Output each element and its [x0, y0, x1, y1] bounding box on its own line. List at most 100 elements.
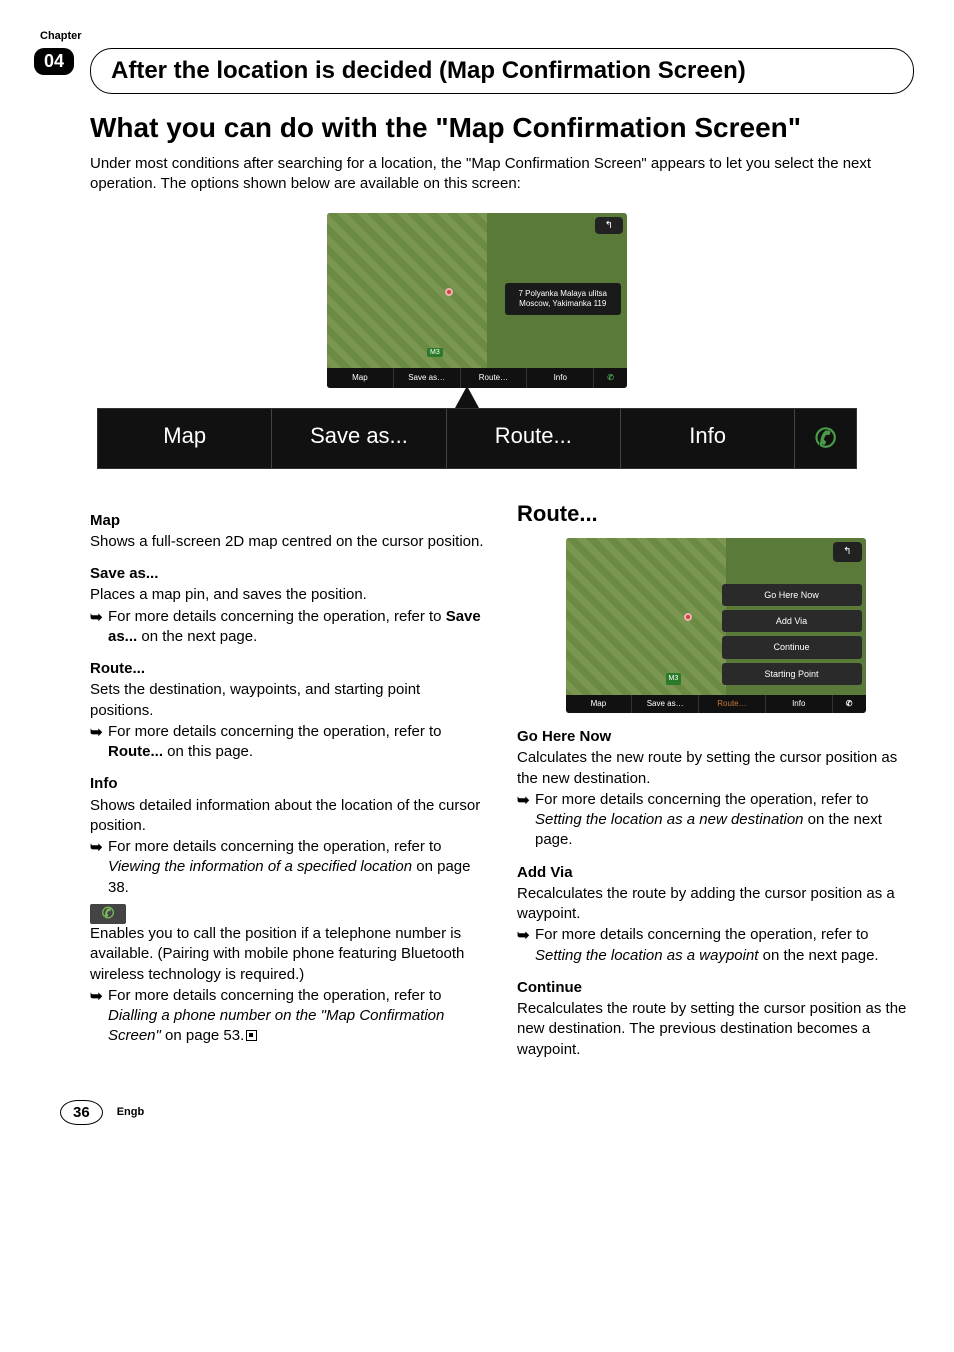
menu-item-add-via: Add Via [722, 610, 862, 632]
route-bullet-bold: Route... [108, 743, 163, 760]
road-badge-m3: M3 [427, 348, 443, 357]
map-button[interactable]: Map [98, 409, 272, 468]
menu-item-continue: Continue [722, 636, 862, 658]
back-icon: ↰ [595, 217, 623, 234]
route-bullet-lead: For more details concerning the operatio… [108, 723, 442, 740]
info-bullet-italic: Viewing the information of a specified l… [108, 858, 412, 875]
bullet-arrow-icon [90, 723, 108, 743]
go-bullet-italic: Setting the location as a new destinatio… [535, 811, 804, 828]
bullet-arrow-icon [90, 838, 108, 858]
phone-bullet-trail: on page 53. [161, 1027, 244, 1044]
address-info-box: 7 Polyanka Malaya ulitsa Moscow, Yakiman… [505, 283, 622, 316]
save-as-button[interactable]: Save as... [272, 409, 446, 468]
main-title: What you can do with the "Map Confirmati… [90, 112, 914, 144]
map-description: Shows a full-screen 2D map centred on th… [90, 532, 487, 552]
go-bullet-lead: For more details concerning the operatio… [535, 791, 869, 808]
phone-icon-heading: ✆ [90, 904, 126, 924]
add-via-description: Recalculates the route by adding the cur… [517, 884, 914, 925]
info-bullet: For more details concerning the operatio… [90, 837, 487, 898]
saveas-bullet-lead: For more details concerning the operatio… [108, 608, 446, 625]
screenshot-bottom-bar: Map Save as… Route… Info ✆ [327, 368, 627, 388]
page-footer: 36 Engb [60, 1100, 914, 1125]
saveas-bullet: For more details concerning the operatio… [90, 607, 487, 648]
map-heading: Map [90, 511, 487, 531]
map-pin-icon [684, 613, 692, 621]
address-line-2: Moscow, Yakimanka 119 [519, 299, 608, 309]
go-bullet: For more details concerning the operatio… [517, 790, 914, 851]
screenshot-map-button: Map [327, 368, 394, 388]
phone-bullet-italic: Dialling a phone number on the "Map Conf… [108, 1007, 444, 1044]
phone-description: Enables you to call the position if a te… [90, 924, 487, 985]
back-icon: ↰ [833, 542, 861, 562]
language-label: Engb [117, 1106, 145, 1118]
intro-text: Under most conditions after searching fo… [90, 154, 914, 195]
enlarged-button-row: Map Save as... Route... Info ✆ [97, 408, 857, 469]
screenshot-saveas-button: Save as… [394, 368, 461, 388]
route-section-title: Route... [517, 499, 914, 529]
continue-description: Recalculates the route by setting the cu… [517, 999, 914, 1060]
pointer-arrow-icon [455, 386, 479, 408]
screenshot2-saveas-button: Save as… [632, 695, 699, 713]
bullet-arrow-icon [517, 791, 535, 811]
phone-bullet-text: For more details concerning the operatio… [108, 986, 487, 1047]
phone-button[interactable]: ✆ [795, 409, 856, 468]
page-number: 36 [60, 1100, 103, 1125]
section-header-box: After the location is decided (Map Confi… [90, 48, 914, 94]
saveas-heading: Save as... [90, 564, 487, 584]
phone-bullet-lead: For more details concerning the operatio… [108, 987, 442, 1004]
route-bullet-text: For more details concerning the operatio… [108, 722, 487, 763]
end-section-icon [246, 1030, 257, 1041]
route-bullet: For more details concerning the operatio… [90, 722, 487, 763]
saveas-bullet-trail: on the next page. [137, 628, 257, 645]
route-description: Sets the destination, waypoints, and sta… [90, 680, 487, 721]
route-menu-screenshot: ↰ M3 Go Here Now Add Via Continue Starti… [566, 538, 866, 713]
map-background [566, 538, 726, 698]
phone-bullet: For more details concerning the operatio… [90, 986, 487, 1047]
addvia-bullet-italic: Setting the location as a waypoint [535, 947, 758, 964]
section-header-title: After the location is decided (Map Confi… [111, 57, 893, 85]
addvia-bullet-trail: on the next page. [758, 947, 878, 964]
saveas-description: Places a map pin, and saves the position… [90, 585, 487, 605]
addvia-bullet-text: For more details concerning the operatio… [535, 925, 914, 966]
addvia-bullet-lead: For more details concerning the operatio… [535, 926, 869, 943]
add-via-heading: Add Via [517, 863, 914, 883]
chapter-number-badge: 04 [34, 48, 74, 75]
left-column: Map Shows a full-screen 2D map centred o… [90, 499, 487, 1060]
saveas-bullet-text: For more details concerning the operatio… [108, 607, 487, 648]
bullet-arrow-icon [90, 987, 108, 1007]
continue-heading: Continue [517, 978, 914, 998]
screenshot2-phone-button: ✆ [833, 695, 866, 713]
screenshot-route-button: Route… [461, 368, 528, 388]
route-heading: Route... [90, 659, 487, 679]
screenshot-area: ↰ M3 7 Polyanka Malaya ulitsa Moscow, Ya… [40, 213, 914, 469]
chapter-label: Chapter [40, 30, 82, 42]
screenshot-info-button: Info [527, 368, 594, 388]
right-column: Route... ↰ M3 Go Here Now Add Via Contin… [517, 499, 914, 1060]
info-bullet-text: For more details concerning the operatio… [108, 837, 487, 898]
route-button[interactable]: Route... [447, 409, 621, 468]
info-button[interactable]: Info [621, 409, 795, 468]
bullet-arrow-icon [517, 926, 535, 946]
screenshot-phone-button: ✆ [594, 368, 627, 388]
screenshot2-bottom-bar: Map Save as… Route… Info ✆ [566, 695, 866, 713]
map-pin-icon [445, 288, 453, 296]
route-bullet-trail: on this page. [163, 743, 253, 760]
menu-item-go-here-now: Go Here Now [722, 584, 862, 606]
screenshot2-route-button: Route… [699, 695, 766, 713]
address-line-1: 7 Polyanka Malaya ulitsa [519, 289, 608, 299]
road-badge-m3: M3 [666, 673, 682, 684]
menu-item-starting-point: Starting Point [722, 663, 862, 685]
map-background [327, 213, 487, 373]
go-here-now-description: Calculates the new route by setting the … [517, 748, 914, 789]
addvia-bullet: For more details concerning the operatio… [517, 925, 914, 966]
route-popup-menu: Go Here Now Add Via Continue Starting Po… [722, 584, 862, 689]
info-description: Shows detailed information about the loc… [90, 796, 487, 837]
go-here-now-heading: Go Here Now [517, 727, 914, 747]
screenshot2-map-button: Map [566, 695, 633, 713]
screenshot2-info-button: Info [766, 695, 833, 713]
bullet-arrow-icon [90, 608, 108, 628]
info-bullet-lead: For more details concerning the operatio… [108, 838, 442, 855]
info-heading: Info [90, 774, 487, 794]
go-bullet-text: For more details concerning the operatio… [535, 790, 914, 851]
map-confirmation-screenshot: ↰ M3 7 Polyanka Malaya ulitsa Moscow, Ya… [327, 213, 627, 388]
